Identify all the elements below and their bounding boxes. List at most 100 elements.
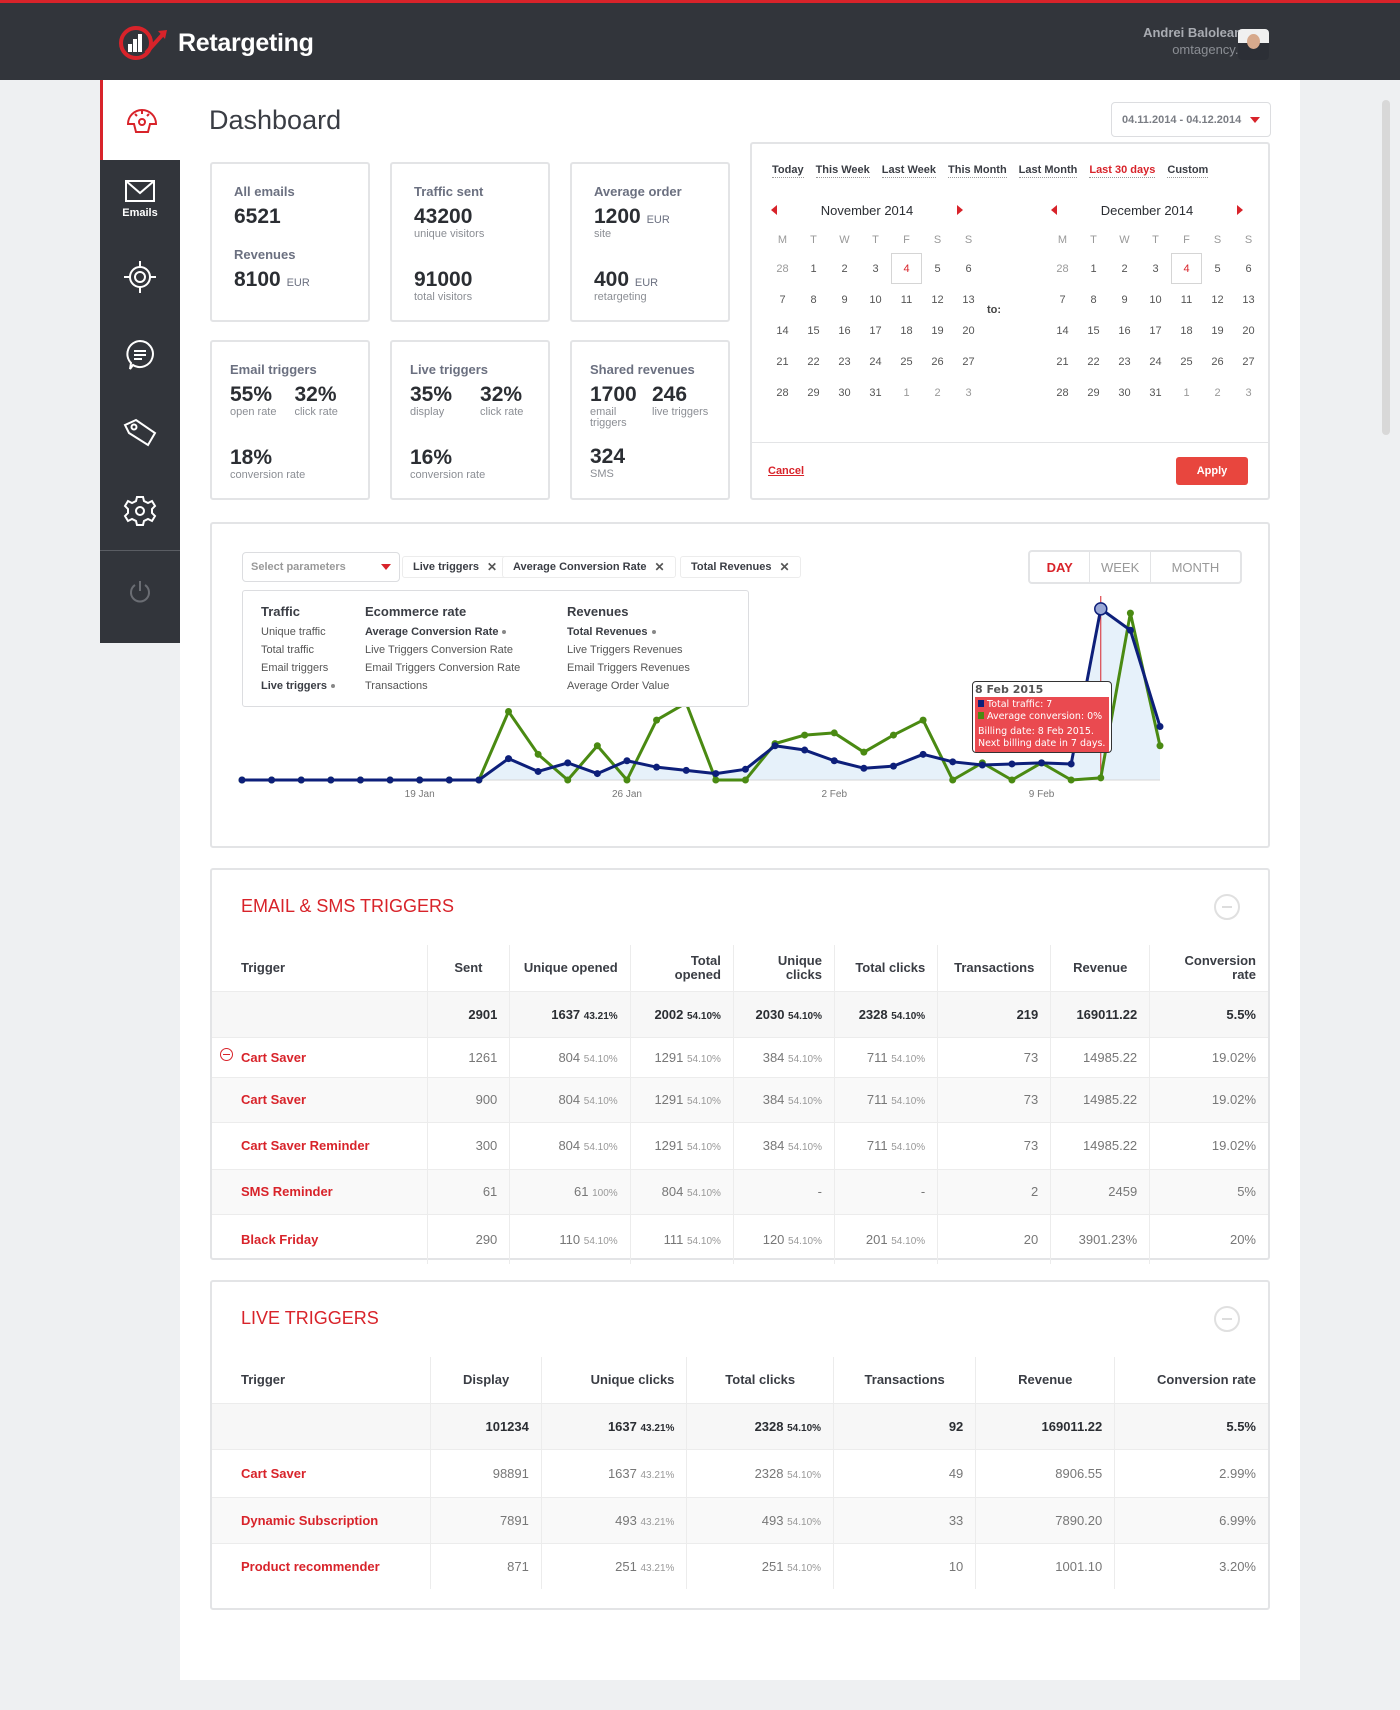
calendar-day[interactable]: 25 xyxy=(1171,346,1202,377)
calendar-day[interactable]: 11 xyxy=(1171,284,1202,315)
calendar-day[interactable]: 12 xyxy=(922,284,953,315)
calendar-day[interactable]: 6 xyxy=(1233,253,1264,284)
calendar-day[interactable]: 8 xyxy=(798,284,829,315)
calendar-day[interactable]: 9 xyxy=(829,284,860,315)
trigger-name-link[interactable]: Cart Saver xyxy=(212,1448,432,1497)
calendar-day[interactable]: 3 xyxy=(1140,253,1171,284)
param-option[interactable]: Transactions xyxy=(365,677,567,695)
calendar-day[interactable]: 20 xyxy=(953,315,984,346)
trigger-name-link[interactable]: Dynamic Subscription xyxy=(212,1496,432,1543)
calendar-day[interactable]: 11 xyxy=(891,284,922,315)
table-row[interactable]: Dynamic Subscription 7891 493 43.21% 493 54… xyxy=(212,1496,1268,1543)
filter-chip[interactable]: Average Conversion Rate ✕ xyxy=(502,556,676,578)
calendar-day[interactable]: 3 xyxy=(953,377,984,408)
calendar-day[interactable]: 16 xyxy=(1109,315,1140,346)
calendar-day[interactable]: 1 xyxy=(1171,377,1202,408)
page-scrollbar[interactable] xyxy=(1382,100,1390,435)
calendar-day[interactable]: 1 xyxy=(798,253,829,284)
trigger-name-link[interactable]: SMS Reminder xyxy=(212,1168,428,1214)
calendar-day[interactable]: 15 xyxy=(798,315,829,346)
next-month-icon[interactable] xyxy=(1237,205,1243,215)
calendar-day[interactable]: 2 xyxy=(1202,377,1233,408)
trigger-name-link[interactable]: Cart Saver Reminder xyxy=(212,1121,428,1169)
calendar-day[interactable]: 31 xyxy=(860,377,891,408)
column-header[interactable]: Trigger xyxy=(212,945,428,991)
calendar-day[interactable]: 24 xyxy=(860,346,891,377)
prev-month-icon[interactable] xyxy=(1051,205,1057,215)
sidebar-item-targeting[interactable] xyxy=(100,238,180,316)
calendar-day[interactable]: 24 xyxy=(1140,346,1171,377)
calendar-day[interactable]: 23 xyxy=(829,346,860,377)
sidebar-item-settings[interactable] xyxy=(100,472,180,550)
calendar-day[interactable]: 30 xyxy=(829,377,860,408)
trigger-name-link[interactable]: Product recommender xyxy=(212,1542,432,1589)
calendar-day[interactable]: 19 xyxy=(1202,315,1233,346)
trigger-name-link[interactable]: Cart Saver xyxy=(212,1036,428,1077)
column-header[interactable]: Display xyxy=(430,1357,542,1403)
logo[interactable]: Retargeting xyxy=(118,23,314,63)
column-header[interactable]: Conversion rate xyxy=(1150,945,1268,991)
calendar-day[interactable]: 1 xyxy=(1078,253,1109,284)
calendar-day[interactable]: 20 xyxy=(1233,315,1264,346)
calendar-day[interactable]: 5 xyxy=(1202,253,1233,284)
trigger-name-link[interactable]: Black Friday xyxy=(212,1213,428,1264)
param-option[interactable]: Email Triggers Revenues xyxy=(567,659,727,677)
remove-chip-icon[interactable]: ✕ xyxy=(654,560,664,574)
calendar-day[interactable]: 3 xyxy=(1233,377,1264,408)
collapse-row-icon[interactable] xyxy=(220,1047,233,1061)
column-header[interactable]: Sent xyxy=(427,945,511,991)
calendar-day[interactable]: 2 xyxy=(1109,253,1140,284)
column-header[interactable]: Unique opened xyxy=(509,945,631,991)
calendar-day[interactable]: 25 xyxy=(891,346,922,377)
param-option[interactable]: Total traffic xyxy=(261,641,365,659)
calendar-day[interactable]: 13 xyxy=(1233,284,1264,315)
calendar-day[interactable]: 30 xyxy=(1109,377,1140,408)
calendar-day[interactable]: 14 xyxy=(1047,315,1078,346)
column-header[interactable]: Total clicks xyxy=(834,945,939,991)
calendar-day[interactable]: 27 xyxy=(953,346,984,377)
calendar-day[interactable]: 13 xyxy=(953,284,984,315)
sidebar-item-dashboard[interactable] xyxy=(100,80,180,160)
select-parameters-dropdown[interactable]: Select parameters xyxy=(242,552,400,582)
calendar-day[interactable]: 4 xyxy=(1171,253,1202,284)
collapse-button[interactable] xyxy=(1214,894,1240,920)
calendar-day[interactable]: 28 xyxy=(1047,253,1078,284)
calendar-day[interactable]: 22 xyxy=(1078,346,1109,377)
period-week[interactable]: WEEK xyxy=(1090,552,1151,582)
preset-last-week[interactable]: Last Week xyxy=(881,164,937,178)
calendar-day[interactable]: 28 xyxy=(1047,377,1078,408)
calendar-day[interactable]: 18 xyxy=(1171,315,1202,346)
calendar-day[interactable]: 6 xyxy=(953,253,984,284)
preset-this-month[interactable]: This Month xyxy=(948,164,1007,178)
calendar-day[interactable]: 18 xyxy=(891,315,922,346)
column-header[interactable]: Unique clicks xyxy=(541,1357,688,1403)
filter-chip[interactable]: Total Revenues ✕ xyxy=(680,556,801,578)
calendar-day[interactable]: 3 xyxy=(860,253,891,284)
calendar-day[interactable]: 22 xyxy=(798,346,829,377)
calendar-day[interactable]: 28 xyxy=(767,253,798,284)
date-range-button[interactable]: 04.11.2014 - 04.12.2014 xyxy=(1111,102,1271,137)
period-month[interactable]: MONTH xyxy=(1151,552,1240,582)
calendar-day[interactable]: 29 xyxy=(798,377,829,408)
calendar-day[interactable]: 7 xyxy=(1047,284,1078,315)
calendar-day[interactable]: 9 xyxy=(1109,284,1140,315)
calendar-day[interactable]: 17 xyxy=(860,315,891,346)
cancel-button[interactable]: Cancel xyxy=(768,465,804,477)
period-day[interactable]: DAY xyxy=(1030,552,1091,582)
calendar-day[interactable]: 7 xyxy=(767,284,798,315)
table-row[interactable]: Cart Saver 900 804 54.10% 1291 54.10% 384 54… xyxy=(212,1076,1268,1122)
calendar-day[interactable]: 12 xyxy=(1202,284,1233,315)
calendar-day[interactable]: 10 xyxy=(860,284,891,315)
avatar[interactable] xyxy=(1238,29,1269,60)
preset-today[interactable]: Today xyxy=(772,164,804,178)
collapse-button[interactable] xyxy=(1214,1306,1240,1332)
calendar-day[interactable]: 27 xyxy=(1233,346,1264,377)
calendar-day[interactable]: 1 xyxy=(891,377,922,408)
column-header[interactable]: Transactions xyxy=(937,945,1052,991)
trigger-name-link[interactable]: Cart Saver xyxy=(212,1076,428,1122)
apply-button[interactable]: Apply xyxy=(1176,456,1248,485)
preset-last-30-days[interactable]: Last 30 days xyxy=(1089,164,1156,178)
calendar-day[interactable]: 2 xyxy=(922,377,953,408)
calendar-day[interactable]: 21 xyxy=(1047,346,1078,377)
calendar-day[interactable]: 26 xyxy=(1202,346,1233,377)
